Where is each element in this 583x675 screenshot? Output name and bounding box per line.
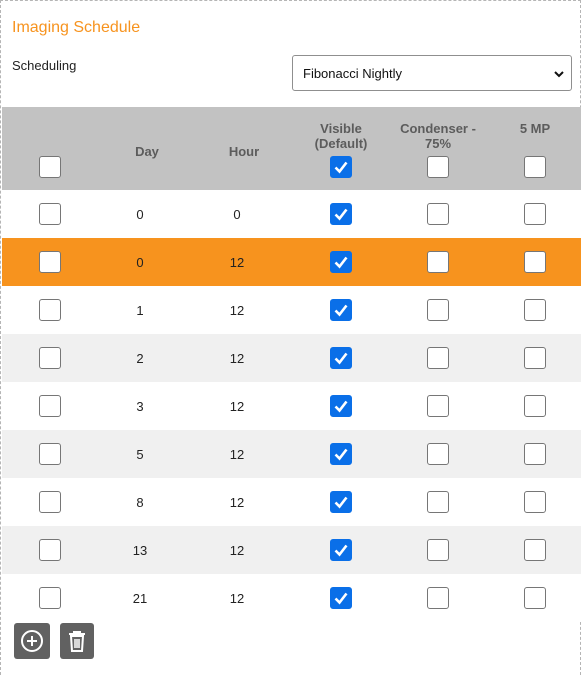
scheduling-select-value: Fibonacci Nightly (303, 66, 402, 81)
visible-checkbox[interactable] (330, 347, 352, 369)
hour-cell: 12 (229, 351, 245, 366)
scheduling-label: Scheduling (12, 58, 77, 73)
day-cell: 2 (136, 351, 144, 366)
chevron-down-icon (554, 71, 564, 78)
table-row[interactable]: 5 12 (2, 430, 581, 478)
hour-cell: 12 (229, 495, 245, 510)
table-row[interactable]: 0 12 (2, 238, 581, 286)
day-cell: 5 (136, 447, 144, 462)
5mp-checkbox[interactable] (524, 299, 546, 321)
visible-checkbox[interactable] (330, 251, 352, 273)
hour-cell: 12 (229, 543, 245, 558)
5mp-all-checkbox[interactable] (524, 156, 546, 178)
checkmark-icon (334, 544, 348, 557)
checkmark-icon (334, 400, 348, 413)
condenser-checkbox[interactable] (427, 491, 449, 513)
header-hour: Hour (228, 144, 260, 159)
table-row[interactable]: 13 12 (2, 526, 581, 574)
row-select-checkbox[interactable] (39, 491, 61, 513)
row-select-checkbox[interactable] (39, 587, 61, 609)
row-select-checkbox[interactable] (39, 395, 61, 417)
5mp-checkbox[interactable] (524, 347, 546, 369)
5mp-checkbox[interactable] (524, 443, 546, 465)
checkmark-icon (334, 304, 348, 317)
header-visible: Visible (Default) (314, 121, 368, 151)
panel-title: Imaging Schedule (12, 19, 141, 36)
header-day: Day (135, 144, 159, 159)
visible-checkbox[interactable] (330, 395, 352, 417)
5mp-checkbox[interactable] (524, 491, 546, 513)
add-row-button[interactable] (14, 623, 50, 659)
day-cell: 8 (136, 495, 144, 510)
imaging-schedule-panel: Imaging Schedule Scheduling Fibonacci Ni… (0, 0, 581, 675)
row-select-checkbox[interactable] (39, 251, 61, 273)
visible-checkbox[interactable] (330, 491, 352, 513)
condenser-checkbox[interactable] (427, 395, 449, 417)
hour-cell: 12 (229, 255, 245, 270)
table-header: Day Hour Visible (Default) Condenser - 7… (2, 107, 581, 190)
day-cell: 0 (136, 207, 144, 222)
scheduling-select[interactable]: Fibonacci Nightly (292, 55, 572, 91)
day-cell: 21 (132, 591, 148, 606)
condenser-checkbox[interactable] (427, 203, 449, 225)
visible-checkbox[interactable] (330, 443, 352, 465)
visible-checkbox[interactable] (330, 203, 352, 225)
plus-circle-icon (21, 630, 43, 652)
condenser-checkbox[interactable] (427, 587, 449, 609)
row-select-checkbox[interactable] (39, 299, 61, 321)
trash-icon (69, 631, 85, 652)
checkmark-icon (334, 592, 348, 605)
visible-checkbox[interactable] (330, 587, 352, 609)
5mp-checkbox[interactable] (524, 203, 546, 225)
visible-all-checkbox[interactable] (330, 156, 352, 178)
row-select-checkbox[interactable] (39, 443, 61, 465)
5mp-checkbox[interactable] (524, 251, 546, 273)
condenser-checkbox[interactable] (427, 347, 449, 369)
checkmark-icon (334, 208, 348, 221)
checkmark-icon (334, 496, 348, 509)
checkmark-icon (334, 161, 348, 174)
row-select-checkbox[interactable] (39, 539, 61, 561)
checkmark-icon (334, 256, 348, 269)
hour-cell: 12 (229, 591, 245, 606)
row-select-checkbox[interactable] (39, 347, 61, 369)
condenser-checkbox[interactable] (427, 539, 449, 561)
select-all-checkbox[interactable] (39, 156, 61, 178)
row-select-checkbox[interactable] (39, 203, 61, 225)
table-row[interactable]: 8 12 (2, 478, 581, 526)
condenser-checkbox[interactable] (427, 443, 449, 465)
day-cell: 0 (136, 255, 144, 270)
condenser-checkbox[interactable] (427, 299, 449, 321)
5mp-checkbox[interactable] (524, 539, 546, 561)
visible-checkbox[interactable] (330, 299, 352, 321)
table-row[interactable]: 21 12 (2, 574, 581, 622)
hour-cell: 12 (229, 447, 245, 462)
checkmark-icon (334, 352, 348, 365)
5mp-checkbox[interactable] (524, 587, 546, 609)
5mp-checkbox[interactable] (524, 395, 546, 417)
delete-rows-button[interactable] (60, 623, 94, 659)
day-cell: 1 (136, 303, 144, 318)
header-5mp: 5 MP (519, 121, 551, 136)
checkmark-icon (334, 448, 348, 461)
header-condenser: Condenser - 75% (400, 121, 476, 151)
table-row[interactable]: 1 12 (2, 286, 581, 334)
visible-checkbox[interactable] (330, 539, 352, 561)
condenser-all-checkbox[interactable] (427, 156, 449, 178)
table-row[interactable]: 3 12 (2, 382, 581, 430)
hour-cell: 12 (229, 303, 245, 318)
table-row[interactable]: 00 (2, 190, 581, 238)
condenser-checkbox[interactable] (427, 251, 449, 273)
day-cell: 3 (136, 399, 144, 414)
hour-cell: 12 (229, 399, 245, 414)
hour-cell: 0 (233, 207, 241, 222)
day-cell: 13 (132, 543, 148, 558)
table-row[interactable]: 2 12 (2, 334, 581, 382)
